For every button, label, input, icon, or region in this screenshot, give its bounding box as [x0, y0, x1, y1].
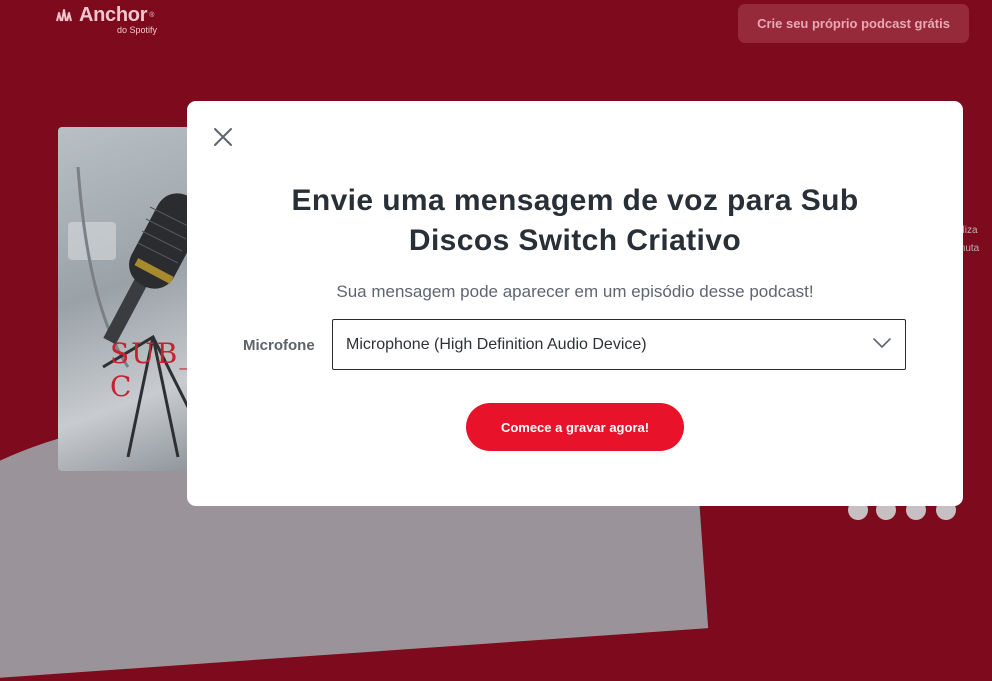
- modal-title: Envie uma mensagem de voz para Sub Disco…: [291, 184, 859, 257]
- close-x-icon: [214, 128, 232, 146]
- microphone-select[interactable]: Microphone (High Definition Audio Device…: [332, 319, 906, 370]
- start-recording-button[interactable]: Comece a gravar agora!: [466, 403, 684, 451]
- voice-message-modal: Envie uma mensagem de voz para Sub Disco…: [187, 101, 963, 506]
- anchor-waves-icon: [56, 8, 72, 21]
- anchor-logo[interactable]: Anchor ® do Spotify: [55, 4, 157, 35]
- logo-subtitle: do Spotify: [117, 25, 158, 35]
- chevron-down-icon: [873, 338, 891, 348]
- close-button[interactable]: [211, 125, 235, 149]
- microphone-selected-value: Microphone (High Definition Audio Device…: [346, 335, 647, 353]
- logo-registered-mark: ®: [149, 12, 155, 19]
- logo-name: Anchor: [79, 4, 148, 26]
- microphone-label: Microfone: [243, 337, 315, 354]
- create-podcast-button[interactable]: Crie seu próprio podcast grátis: [738, 4, 969, 43]
- modal-subtitle: Sua mensagem pode aparecer em um episódi…: [336, 282, 814, 301]
